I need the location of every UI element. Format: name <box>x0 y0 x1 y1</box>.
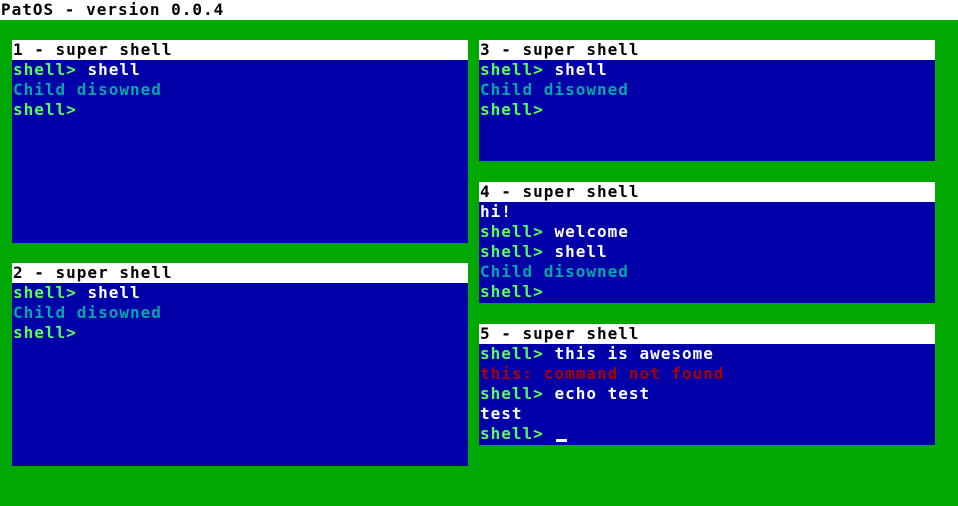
terminal-line: Child disowned <box>480 262 935 282</box>
terminal-line: Child disowned <box>13 303 468 323</box>
terminal-line: shell> shell <box>480 60 935 80</box>
terminal-output[interactable]: shell> shell Child disowned shell> <box>479 60 935 120</box>
terminal-line: shell> echo test <box>480 384 935 404</box>
shell-prompt: shell> <box>480 282 544 301</box>
info-message: Child disowned <box>480 80 629 99</box>
shell-prompt: shell> <box>480 384 555 403</box>
os-title-bar: PatOS - version 0.0.4 <box>0 0 958 20</box>
terminal-line: Child disowned <box>480 80 935 100</box>
command-text: shell <box>554 60 608 79</box>
terminal-line: shell> <box>480 282 935 302</box>
command-text: shell <box>87 60 141 79</box>
shell-window-1[interactable]: 1 - super shell shell> shell Child disow… <box>12 40 468 243</box>
terminal-output[interactable]: shell> shell Child disowned shell> <box>12 283 468 343</box>
command-text: welcome <box>554 222 629 241</box>
terminal-line: shell> <box>13 323 468 343</box>
terminal-line: shell> welcome <box>480 222 935 242</box>
shell-prompt: shell> <box>480 60 555 79</box>
command-text: this is awesome <box>554 344 714 363</box>
shell-prompt: shell> <box>13 60 88 79</box>
terminal-line: shell> <box>480 100 935 120</box>
terminal-output[interactable]: hi! shell> welcome shell> shell Child di… <box>479 202 935 302</box>
terminal-line: this: command not found <box>480 364 935 384</box>
text-cursor[interactable] <box>556 439 568 442</box>
shell-window-2[interactable]: 2 - super shell shell> shell Child disow… <box>12 263 468 466</box>
terminal-line: test <box>480 404 935 424</box>
shell-prompt: shell> <box>480 344 555 363</box>
shell-prompt: shell> <box>480 222 555 241</box>
info-message: Child disowned <box>480 262 629 281</box>
window-title: 2 - super shell <box>12 263 468 283</box>
window-title: 4 - super shell <box>479 182 935 202</box>
terminal-line: Child disowned <box>13 80 468 100</box>
info-message: Child disowned <box>13 80 162 99</box>
shell-prompt: shell> <box>13 283 88 302</box>
terminal-line: shell> shell <box>13 60 468 80</box>
info-message: Child disowned <box>13 303 162 322</box>
shell-prompt: shell> <box>480 100 544 119</box>
terminal-line: shell> shell <box>13 283 468 303</box>
command-text: echo test <box>554 384 651 403</box>
window-title: 3 - super shell <box>479 40 935 60</box>
terminal-output[interactable]: shell> shell Child disowned shell> <box>12 60 468 120</box>
terminal-line: hi! <box>480 202 935 222</box>
output-text: test <box>480 404 523 423</box>
shell-window-5[interactable]: 5 - super shell shell> this is awesome t… <box>479 324 935 445</box>
shell-prompt: shell> <box>13 100 77 119</box>
terminal-line: shell> this is awesome <box>480 344 935 364</box>
shell-window-3[interactable]: 3 - super shell shell> shell Child disow… <box>479 40 935 161</box>
terminal-line: shell> <box>13 100 468 120</box>
command-text: shell <box>87 283 141 302</box>
shell-prompt: shell> <box>480 424 555 443</box>
shell-window-4[interactable]: 4 - super shell hi! shell> welcome shell… <box>479 182 935 303</box>
shell-prompt: shell> <box>480 242 555 261</box>
terminal-line: shell> shell <box>480 242 935 262</box>
output-text: hi! <box>480 202 512 221</box>
command-input-line[interactable]: shell> <box>480 424 935 444</box>
terminal-output[interactable]: shell> this is awesome this: command not… <box>479 344 935 444</box>
command-text: shell <box>554 242 608 261</box>
window-title: 1 - super shell <box>12 40 468 60</box>
window-title: 5 - super shell <box>479 324 935 344</box>
desktop: PatOS - version 0.0.4 1 - super shell sh… <box>0 0 958 506</box>
error-message: this: command not found <box>480 364 725 383</box>
shell-prompt: shell> <box>13 323 77 342</box>
